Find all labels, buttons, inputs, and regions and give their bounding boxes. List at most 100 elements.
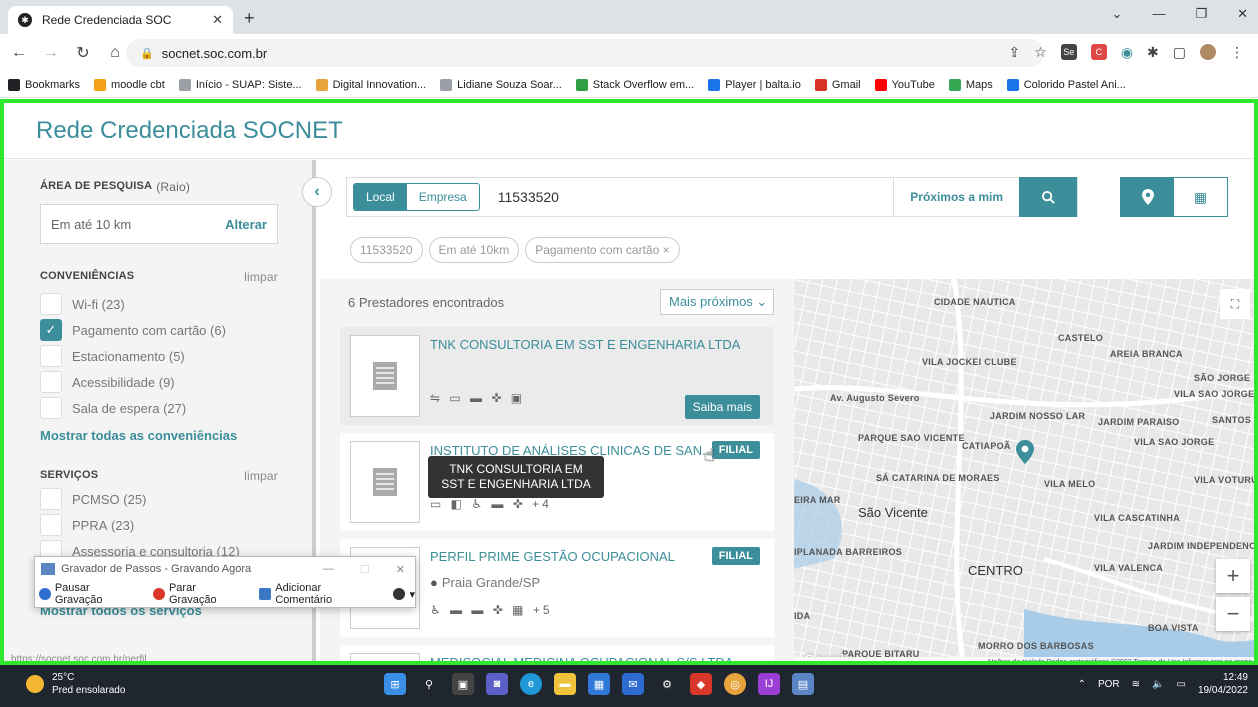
bookmark-item[interactable]: Player | balta.io (708, 78, 801, 91)
store-icon[interactable]: ▦ (588, 673, 610, 695)
selenium-extension-icon[interactable]: Se (1060, 44, 1077, 60)
share-icon[interactable]: ⇪ (1009, 44, 1021, 61)
back-icon[interactable]: ← (6, 44, 32, 62)
checkbox-icon[interactable] (40, 371, 62, 393)
show-all-conveniences-link[interactable]: Mostrar todas as conveniências (40, 428, 278, 443)
clear-conveniences-link[interactable]: limpar (244, 270, 278, 284)
volume-icon[interactable]: 🔈 (1152, 679, 1164, 690)
bookmark-item[interactable]: Gmail (814, 78, 861, 91)
mode-local-button[interactable]: Local (354, 184, 407, 210)
start-windows-icon[interactable]: ⊞ (384, 673, 406, 695)
map-view-button[interactable] (1121, 178, 1174, 216)
close-tab-icon[interactable]: ✕ (212, 12, 223, 28)
zoom-in-button[interactable]: + (1216, 559, 1250, 593)
checkbox-icon[interactable] (40, 488, 62, 510)
reload-icon[interactable]: ↻ (70, 43, 96, 63)
recorder-close-icon[interactable]: ✕ (396, 563, 405, 576)
filter-chip[interactable]: Em até 10km (428, 237, 520, 263)
antivirus-icon[interactable]: ◆ (690, 673, 712, 695)
radius-field[interactable]: Em até 10 km Alterar (40, 204, 278, 244)
checkbox-icon[interactable] (40, 397, 62, 419)
steps-recorder-icon[interactable]: ▤ (792, 673, 814, 695)
bookmark-star-icon[interactable]: ☆ (1034, 44, 1047, 61)
minimize-icon[interactable]: — (1152, 6, 1165, 22)
map-panel[interactable]: CIDADE NAUTICA CASTELO AREIA BRANCA VILA JO… (794, 279, 1254, 661)
chevron-up-icon[interactable]: ⌃ (1078, 679, 1086, 690)
convenience-filter[interactable]: ✓ Pagamento com cartão (6) (40, 318, 278, 342)
clear-services-link[interactable]: limpar (244, 469, 278, 483)
learn-more-button[interactable]: Saiba mais (684, 395, 760, 419)
provider-card[interactable]: MEDISOCIAL MEDICINA OCUPACIONAL S/S LTDA (340, 645, 774, 661)
add-comment-button[interactable]: Adicionar Comentário (259, 582, 379, 606)
recorder-titlebar[interactable]: Gravador de Passos - Gravando Agora — ☐ … (35, 557, 415, 581)
provider-name[interactable]: PERFIL PRIME GESTÃO OCUPACIONAL (430, 549, 675, 564)
clock[interactable]: 12:49 19/04/2022 (1198, 671, 1248, 697)
provider-name[interactable]: TNK CONSULTORIA EM SST E ENGENHARIA LTDA (430, 337, 740, 352)
convenience-filter[interactable]: Wi-fi (23) (40, 292, 278, 316)
sort-select[interactable]: Mais próximos ⌄ (660, 289, 774, 315)
zoom-out-button[interactable]: − (1216, 597, 1250, 631)
extension-eye-icon[interactable]: ◉ (1121, 44, 1133, 61)
help-button[interactable]: ▾ (393, 588, 415, 601)
settings-gear-icon[interactable]: ⚙ (656, 673, 678, 695)
close-window-icon[interactable]: ✕ (1237, 6, 1248, 22)
filter-chip[interactable]: 11533520 (350, 237, 423, 263)
wifi-icon[interactable]: ≋ (1132, 679, 1140, 690)
mode-company-button[interactable]: Empresa (407, 184, 479, 210)
convenience-filter[interactable]: Acessibilidade (9) (40, 370, 278, 394)
battery-icon[interactable]: ▭ (1176, 679, 1185, 690)
new-tab-icon[interactable]: + (244, 8, 255, 29)
task-view-icon[interactable]: ▣ (452, 673, 474, 695)
pause-recording-button[interactable]: Pausar Gravação (39, 582, 139, 606)
recorder-minimize-icon[interactable]: — (323, 563, 334, 576)
bookmark-item[interactable]: Bookmarks (8, 78, 80, 91)
provider-card[interactable]: TNK CONSULTORIA EM SST E ENGENHARIA LTDA… (340, 327, 774, 425)
weather-widget[interactable]: 25°C Pred ensolarado (26, 671, 125, 697)
profile-avatar[interactable] (1200, 44, 1216, 60)
search-button[interactable] (1019, 177, 1077, 217)
chrome-icon[interactable]: ◎ (724, 673, 746, 695)
fullscreen-icon[interactable]: ⛶ (1220, 289, 1250, 319)
sidepanel-icon[interactable]: ▢ (1173, 44, 1186, 61)
checkbox-icon[interactable] (40, 345, 62, 367)
location-pin-icon[interactable] (1016, 440, 1034, 464)
restore-icon[interactable]: ❐ (1195, 6, 1207, 22)
collapse-sidebar-button[interactable]: ‹ (302, 177, 332, 207)
forward-icon[interactable]: → (38, 44, 64, 62)
change-radius-link[interactable]: Alterar (225, 217, 267, 232)
intellij-icon[interactable]: IJ (758, 673, 780, 695)
bookmark-item[interactable]: Início - SUAP: Siste... (178, 78, 302, 91)
bookmark-item[interactable]: Maps (948, 78, 993, 91)
convenience-filter[interactable]: Estacionamento (5) (40, 344, 278, 368)
extensions-puzzle-icon[interactable]: ✱ (1147, 44, 1159, 61)
provider-name[interactable]: MEDISOCIAL MEDICINA OCUPACIONAL S/S LTDA (430, 655, 733, 661)
bookmark-item[interactable]: moodle cbt (94, 78, 165, 91)
url-bar[interactable]: 🔒 socnet.soc.com.br (126, 39, 1044, 67)
home-icon[interactable]: ⌂ (102, 44, 128, 62)
checkbox-icon[interactable] (40, 514, 62, 536)
language-indicator[interactable]: POR (1098, 679, 1120, 690)
near-me-button[interactable]: Próximos a mim (893, 178, 1019, 216)
edge-icon[interactable]: e (520, 673, 542, 695)
file-explorer-icon[interactable]: ▬ (554, 673, 576, 695)
menu-kebab-icon[interactable]: ⋮ (1230, 44, 1244, 61)
bookmark-item[interactable]: Lidiane Souza Soar... (440, 78, 562, 91)
teams-icon[interactable]: ◙ (486, 673, 508, 695)
browser-tab[interactable]: ✱ Rede Credenciada SOC ✕ (8, 6, 233, 34)
service-filter[interactable]: PPRA (23) (40, 513, 278, 537)
extension-c-icon[interactable]: C (1090, 44, 1107, 60)
convenience-filter[interactable]: Sala de espera (27) (40, 396, 278, 420)
search-taskbar-icon[interactable]: ⚲ (418, 673, 440, 695)
bookmark-item[interactable]: YouTube (874, 78, 935, 91)
stop-recording-button[interactable]: Parar Gravação (153, 582, 245, 606)
checkbox-checked-icon[interactable]: ✓ (40, 319, 62, 341)
search-input[interactable] (497, 189, 878, 205)
service-filter[interactable]: PCMSO (25) (40, 487, 278, 511)
grid-view-button[interactable]: ▦ (1174, 178, 1227, 216)
bookmark-item[interactable]: Stack Overflow em... (575, 78, 694, 91)
checkbox-icon[interactable] (40, 293, 62, 315)
tab-search-icon[interactable]: ⌄ (1112, 6, 1123, 22)
bookmark-item[interactable]: Digital Innovation... (315, 78, 426, 91)
filter-chip[interactable]: Pagamento com cartão × (525, 237, 680, 263)
bookmark-item[interactable]: Colorido Pastel Ani... (1006, 78, 1126, 91)
